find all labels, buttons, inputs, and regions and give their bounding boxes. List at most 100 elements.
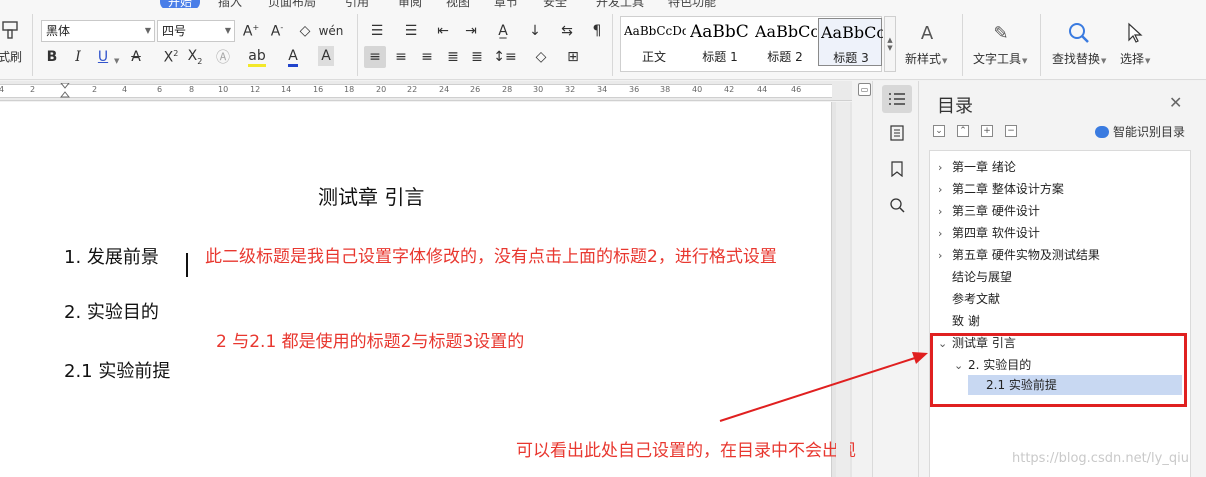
menu-special[interactable]: 特色功能 (668, 0, 716, 8)
text-tools-text: 文字工具 (973, 52, 1022, 66)
vertical-scrollbar[interactable] (836, 102, 850, 477)
ruler-number: 44 (757, 85, 768, 94)
chapter-view-button[interactable] (882, 119, 912, 147)
format-painter-button[interactable] (0, 18, 20, 42)
decrease-indent-button[interactable]: ⇤ (434, 20, 452, 42)
ruler-number: 2 (92, 85, 98, 94)
remove-heading-icon[interactable]: − (1005, 125, 1017, 137)
ruler-number: 6 (157, 85, 163, 94)
style-heading-1[interactable]: AaBbC 标题 1 (688, 18, 752, 66)
toc-item-ch2[interactable]: › 第二章 整体设计方案 (938, 179, 1064, 199)
menu-insert[interactable]: 插入 (218, 0, 242, 8)
align-right-button[interactable]: ≡ (418, 46, 436, 68)
bold-button[interactable]: B (44, 46, 60, 68)
clear-format-button[interactable]: ◇ (296, 20, 314, 42)
document-page[interactable]: 测试章 引言 1. 发展前景 2. 实验目的 2.1 实验前提 此二级标题是我自… (0, 102, 856, 477)
font-color-button[interactable]: A (284, 46, 302, 68)
find-replace-label[interactable]: 查找替换▼ (1052, 50, 1106, 67)
toc-item-thanks[interactable]: 致 谢 (952, 311, 980, 331)
toc-item-ch3[interactable]: › 第三章 硬件设计 (938, 201, 1040, 221)
indent-marker-icon[interactable] (60, 83, 70, 99)
menu-review[interactable]: 审阅 (398, 0, 422, 8)
bookmark-view-button[interactable] (882, 155, 912, 183)
bullets-button[interactable]: ☰ (366, 20, 388, 42)
superscript-button[interactable]: X2 (162, 46, 180, 68)
chinese-layout-button[interactable]: A̲ (492, 20, 514, 42)
highlight-box (930, 333, 1187, 407)
chevron-up-icon: ▲ (887, 36, 893, 44)
menu-references[interactable]: 引用 (345, 0, 369, 8)
paragraph-mark-button[interactable]: ¶ (588, 20, 606, 42)
heading-experiment-purpose: 2. 实验目的 (64, 302, 159, 323)
underline-button[interactable]: U (95, 46, 111, 68)
toc-item-ch4[interactable]: › 第四章 软件设计 (938, 223, 1040, 243)
menu-start[interactable]: 开始 (160, 0, 201, 8)
pilcrow-icon: ¶ (592, 23, 602, 39)
text-effect-button[interactable]: Ⓐ (214, 46, 232, 68)
highlight-button[interactable]: ab (248, 46, 266, 68)
eraser-icon: ◇ (299, 23, 311, 39)
style-normal[interactable]: AaBbCcDd 正文 (622, 18, 686, 66)
char-shading-button[interactable]: A (318, 46, 334, 66)
align-left-button[interactable]: ≡ (364, 46, 386, 68)
strikethrough-button[interactable]: A (128, 46, 144, 68)
show-marks-button[interactable]: ⇆ (556, 20, 578, 42)
new-style-label[interactable]: 新样式▼ (905, 50, 947, 67)
chevron-right-icon[interactable]: › (938, 158, 952, 178)
line-spacing-button[interactable]: ↕≡ (493, 46, 516, 68)
find-replace-button[interactable] (1066, 20, 1092, 46)
align-center-button[interactable]: ≡ (392, 46, 410, 68)
shrink-font-button[interactable]: A- (268, 20, 286, 42)
chevron-down-icon[interactable]: ▼ (113, 52, 119, 66)
toc-view-button[interactable] (882, 85, 912, 113)
search-view-button[interactable] (882, 191, 912, 219)
text-tools-button[interactable]: ✎ (988, 20, 1014, 46)
expand-all-icon[interactable]: ⌃ (957, 125, 969, 137)
chevron-right-icon[interactable]: › (938, 202, 952, 222)
menu-page-layout[interactable]: 页面布局 (268, 0, 316, 8)
new-style-button[interactable]: A (914, 20, 940, 46)
wrench-icon: ✎ (993, 22, 1009, 44)
select-label[interactable]: 选择▼ (1120, 50, 1150, 67)
grow-font-button[interactable]: A+ (242, 20, 260, 42)
toc-item-ch5[interactable]: › 第五章 硬件实物及测试结果 (938, 245, 1100, 265)
style-heading-3[interactable]: AaBbCc 标题 3 (818, 18, 883, 66)
font-size-select[interactable]: 四号 ▼ (157, 20, 235, 42)
numbering-button[interactable]: ☰ (400, 20, 422, 42)
chevron-right-icon[interactable]: › (938, 224, 952, 244)
format-painter-label: 格式刷 (0, 50, 23, 64)
toc-item-ch1[interactable]: › 第一章 绪论 (938, 157, 1016, 177)
menu-security[interactable]: 安全 (543, 0, 567, 8)
phonetic-button[interactable]: wén (319, 20, 344, 42)
justify-button[interactable]: ≣ (444, 46, 462, 68)
style-heading-2[interactable]: AaBbCc 标题 2 (753, 18, 817, 66)
subscript-button[interactable]: X2 (186, 46, 204, 68)
toc-item-references[interactable]: 参考文献 (952, 289, 1000, 309)
styles-scroll[interactable]: ▲ ▼ (884, 16, 896, 72)
brush-icon (2, 21, 18, 39)
text-tools-label[interactable]: 文字工具▼ (973, 50, 1027, 67)
horizontal-ruler[interactable]: 4 2 2 4 6 8 10 12 14 16 18 20 22 24 26 2… (0, 81, 871, 101)
menu-developer[interactable]: 开发工具 (596, 0, 644, 8)
distribute-button[interactable]: ≣ (468, 46, 486, 68)
distribute-icon: ≣ (471, 49, 483, 65)
sort-button[interactable]: ↓ (526, 20, 544, 42)
add-heading-icon[interactable]: + (981, 125, 993, 137)
toc-item-label: 第五章 硬件实物及测试结果 (952, 248, 1100, 262)
ruler-toggle-icon[interactable]: ▭ (858, 83, 871, 96)
font-name-select[interactable]: 黑体 ▼ (41, 20, 155, 42)
menu-chapter[interactable]: 章节 (494, 0, 518, 8)
chevron-right-icon[interactable]: › (938, 246, 952, 266)
increase-indent-button[interactable]: ⇥ (462, 20, 480, 42)
borders-button[interactable]: ⊞ (562, 46, 584, 68)
collapse-all-icon[interactable]: ⌄ (933, 125, 945, 137)
close-icon[interactable]: ✕ (1169, 93, 1182, 112)
select-button[interactable] (1124, 20, 1146, 46)
toc-item-label: 第三章 硬件设计 (952, 204, 1040, 218)
menu-view[interactable]: 视图 (446, 0, 470, 8)
smart-toc-button[interactable]: 智能识别目录 (1095, 123, 1185, 140)
toc-item-conclusion[interactable]: 结论与展望 (952, 267, 1012, 287)
italic-button[interactable]: I (70, 46, 86, 68)
shading-button[interactable]: ◇ (530, 46, 552, 68)
chevron-right-icon[interactable]: › (938, 180, 952, 200)
